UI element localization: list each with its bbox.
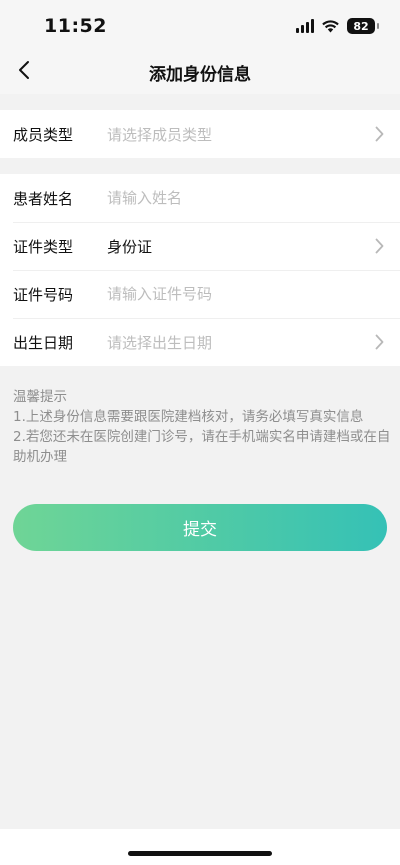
home-bar [0,829,400,865]
battery-icon: 82 [347,18,379,34]
id-number-input[interactable] [107,285,386,303]
id-type-label: 证件类型 [13,237,74,256]
tips-line-2: 2.若您还未在医院创建门诊号，请在手机端实名申请建档或在自助机办理 [13,429,391,465]
member-type-row[interactable]: 成员类型 请选择成员类型 [0,110,400,158]
nav-bar: 添加身份信息 [0,50,400,94]
id-number-row: 证件号码 [0,270,400,318]
page-title: 添加身份信息 [149,65,251,85]
birth-date-placeholder: 请选择出生日期 [107,333,213,352]
status-icons: 82 [296,16,379,36]
status-bar: 11:52 82 [0,0,400,50]
signal-icon [296,19,314,33]
member-type-card: 成员类型 请选择成员类型 [0,110,400,158]
status-time: 11:52 [44,15,107,37]
tips-title: 温馨提示 [13,389,67,405]
home-indicator[interactable] [128,851,272,856]
patient-name-row: 患者姓名 [0,174,400,222]
chevron-right-icon [372,237,386,255]
wifi-icon [322,19,339,33]
id-type-row[interactable]: 证件类型 身份证 [0,222,400,270]
chevron-right-icon [372,333,386,351]
id-number-label: 证件号码 [13,285,74,304]
patient-info-card: 患者姓名 证件类型 身份证 证件号码 出生日期 请选择出生日期 [0,174,400,366]
tips-section: 温馨提示 1.上述身份信息需要跟医院建档核对，请务必填写真实信息 2.若您还未在… [13,387,391,467]
patient-name-label: 患者姓名 [13,189,74,208]
patient-name-input[interactable] [107,189,386,207]
submit-button[interactable]: 提交 [13,504,387,551]
birth-date-label: 出生日期 [13,333,74,352]
member-type-placeholder: 请选择成员类型 [107,125,213,144]
member-type-label: 成员类型 [13,125,74,144]
tips-line-1: 1.上述身份信息需要跟医院建档核对，请务必填写真实信息 [13,409,364,425]
chevron-right-icon [372,125,386,143]
birth-date-row[interactable]: 出生日期 请选择出生日期 [0,318,400,366]
id-type-value: 身份证 [107,237,153,256]
